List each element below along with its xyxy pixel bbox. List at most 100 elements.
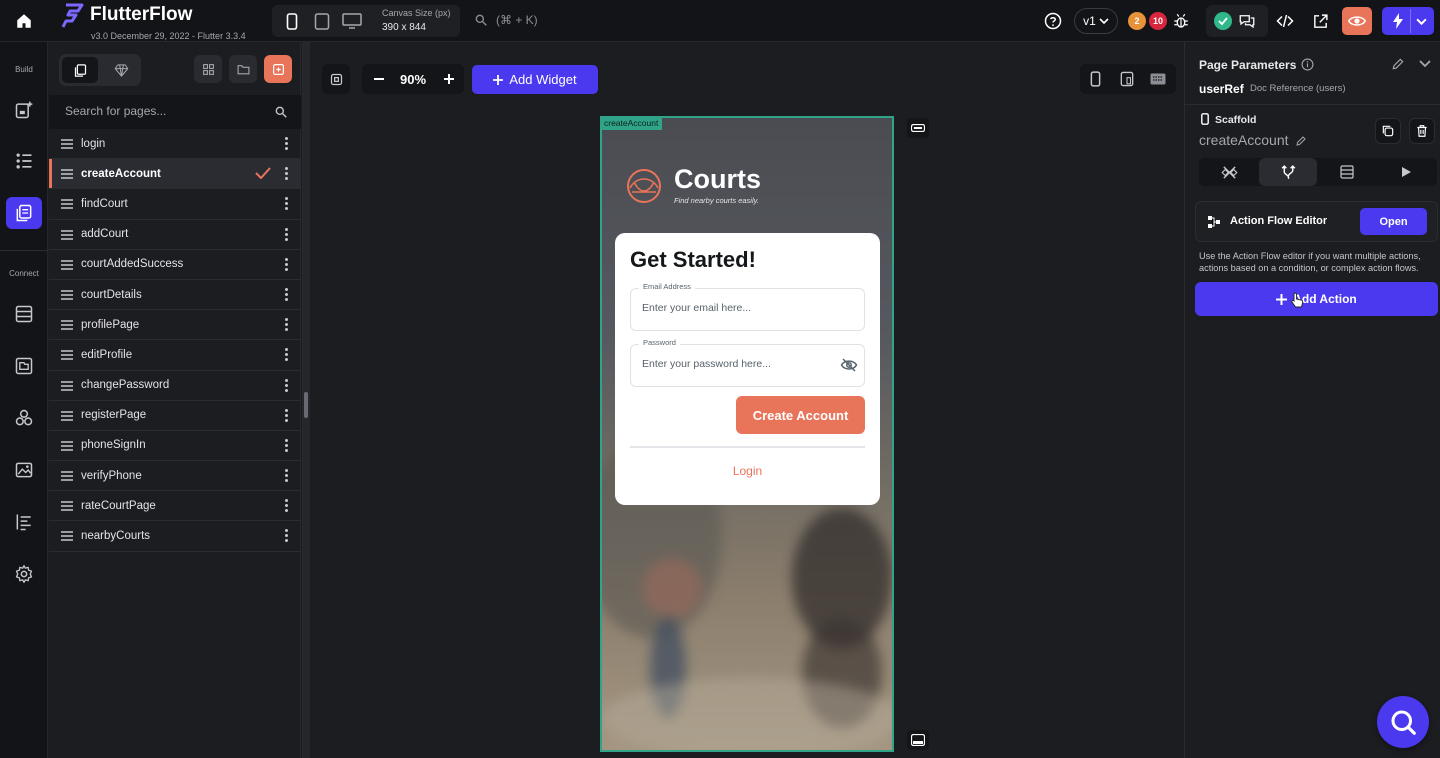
page-list-item[interactable]: courtAddedSuccess [49,250,301,280]
drag-handle-icon[interactable] [61,320,73,330]
add-folder-button[interactable] [229,55,257,83]
email-field[interactable]: Email Address Enter your email here... [630,282,865,331]
chevron-down-icon[interactable] [1416,17,1427,26]
app-bar-toggle[interactable] [907,118,929,138]
more-options-icon[interactable] [283,408,289,423]
open-action-flow-button[interactable]: Open [1360,208,1427,235]
page-list-item[interactable]: nearbyCourts [49,521,301,552]
media-assets-button[interactable] [6,454,42,486]
page-list-item[interactable]: createAccount [49,159,301,190]
drag-handle-icon[interactable] [61,169,73,179]
home-button[interactable] [0,0,48,42]
keyboard-icon[interactable] [1150,73,1166,85]
settings-button[interactable] [6,558,42,590]
version-selector[interactable]: v1 [1074,8,1118,34]
drag-handle-icon[interactable] [61,410,73,421]
page-list-item[interactable]: addCourt [49,220,301,250]
phone-preview[interactable]: Courts Find nearby courts easily. Get St… [600,116,894,752]
share-button[interactable] [1307,8,1333,34]
zoom-out-icon[interactable] [374,78,384,80]
page-search-input[interactable]: Search for pages... [65,104,166,118]
add-action-button[interactable]: Add Action [1195,282,1438,316]
help-button[interactable] [1040,8,1066,34]
page-templates-button[interactable] [194,55,222,83]
splitter-grip[interactable] [304,392,308,418]
zoom-in-icon[interactable] [444,74,454,84]
comments-icon[interactable] [1238,12,1256,30]
eye-off-icon[interactable] [840,357,858,373]
app-values-button[interactable] [6,506,42,538]
drag-handle-icon[interactable] [61,531,73,542]
tab-backend-query[interactable] [1318,158,1376,186]
drag-handle-icon[interactable] [61,290,73,300]
drag-handle-icon[interactable] [61,441,73,451]
more-options-icon[interactable] [283,257,289,272]
more-options-icon[interactable] [283,529,289,543]
delete-widget-button[interactable] [1409,118,1435,144]
more-options-icon[interactable] [283,318,289,332]
more-options-icon[interactable] [283,438,289,453]
page-list-item[interactable]: findCourt [49,189,301,220]
phone-device-icon[interactable] [286,13,298,30]
tablet-device-icon[interactable] [314,13,330,30]
chevron-down-icon[interactable] [1419,60,1431,68]
more-options-icon[interactable] [283,499,289,513]
debug-button[interactable] [1168,8,1194,34]
page-list-item[interactable]: registerPage [49,401,301,431]
firestore-button[interactable] [6,298,42,330]
create-account-button[interactable]: Create Account [736,396,865,434]
canvas-size-value[interactable]: 390 x 844 [382,22,426,33]
widget-palette-button[interactable] [6,94,42,126]
more-options-icon[interactable] [283,348,289,362]
drag-handle-icon[interactable] [61,380,73,391]
phone-view-icon[interactable] [1090,71,1101,87]
error-count-badge[interactable]: 10 [1149,12,1167,30]
canvas-fit-button[interactable] [322,64,350,94]
drag-handle-icon[interactable] [61,229,73,240]
integrations-button[interactable] [6,402,42,434]
drag-handle-icon[interactable] [61,471,73,481]
more-options-icon[interactable] [283,378,289,393]
more-options-icon[interactable] [283,287,289,302]
help-search-fab[interactable] [1377,696,1429,748]
pages-nav-button[interactable] [6,197,42,229]
edit-pencil-icon[interactable] [1391,57,1405,71]
page-list-item[interactable]: courtDetails [49,280,301,311]
page-list-item[interactable]: editProfile [49,340,301,371]
info-icon[interactable] [1301,58,1314,71]
add-page-button[interactable] [264,55,292,83]
components-tab[interactable] [103,57,139,83]
pages-tab[interactable] [62,57,98,83]
nav-bar-toggle[interactable] [907,730,929,750]
drag-handle-icon[interactable] [61,350,73,361]
copy-widget-button[interactable] [1375,118,1401,144]
check-status-icon[interactable] [1214,12,1232,30]
page-search-bar[interactable]: Search for pages... [49,95,301,129]
more-options-icon[interactable] [283,469,289,483]
more-options-icon[interactable] [283,227,289,242]
storage-button[interactable] [6,350,42,382]
drag-handle-icon[interactable] [61,139,73,149]
password-field[interactable]: Password Enter your password here... [630,338,865,387]
warning-count-badge[interactable]: 2 [1128,12,1146,30]
tab-animations[interactable] [1377,158,1435,186]
command-search[interactable]: (⌘ + K) [474,13,538,27]
more-options-icon[interactable] [283,197,289,211]
tab-actions[interactable] [1259,158,1317,186]
page-list-item[interactable]: changePassword [49,371,301,401]
login-link[interactable]: Login [615,464,880,478]
drag-handle-icon[interactable] [61,501,73,512]
page-list-item[interactable]: phoneSignIn [49,431,301,462]
run-button[interactable] [1382,7,1434,35]
code-view-button[interactable] [1272,8,1298,34]
widget-tree-button[interactable] [6,145,42,177]
desktop-device-icon[interactable] [342,13,362,30]
page-list-item[interactable]: profilePage [49,310,301,341]
multi-device-icon[interactable] [1120,71,1134,87]
more-options-icon[interactable] [283,137,289,151]
tab-properties[interactable] [1200,158,1258,186]
edit-pencil-icon[interactable] [1295,135,1307,147]
page-list-item[interactable]: verifyPhone [49,461,301,492]
page-list-item[interactable]: login [49,129,301,160]
more-options-icon[interactable] [283,167,289,181]
